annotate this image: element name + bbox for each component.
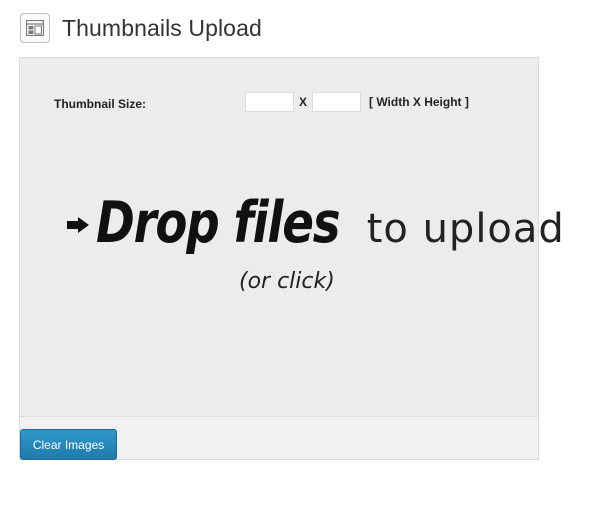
dropzone[interactable]: Thumbnail Size: X [ Width X Height ] Dro…	[20, 58, 564, 417]
page-title: Thumbnails Upload	[62, 14, 262, 41]
page-header: Thumbnails Upload	[20, 12, 262, 44]
or-click-text: (or click)	[239, 269, 335, 294]
thumbnail-size-label: Thumbnail Size:	[54, 97, 147, 111]
size-separator: X	[299, 95, 308, 109]
drop-files-text: Drop files	[96, 190, 341, 256]
clear-images-button[interactable]: Clear Images	[20, 429, 117, 460]
layout-icon	[20, 13, 50, 43]
right-arrow-icon	[66, 216, 90, 234]
thumbnail-height-input[interactable]	[312, 92, 361, 112]
drop-message: Drop files to upload	[66, 190, 565, 256]
size-format-hint: [ Width X Height ]	[369, 95, 469, 109]
upload-panel: Thumbnail Size: X [ Width X Height ] Dro…	[19, 57, 564, 460]
thumbnail-width-input[interactable]	[245, 92, 294, 112]
to-upload-text: to upload	[366, 206, 565, 252]
